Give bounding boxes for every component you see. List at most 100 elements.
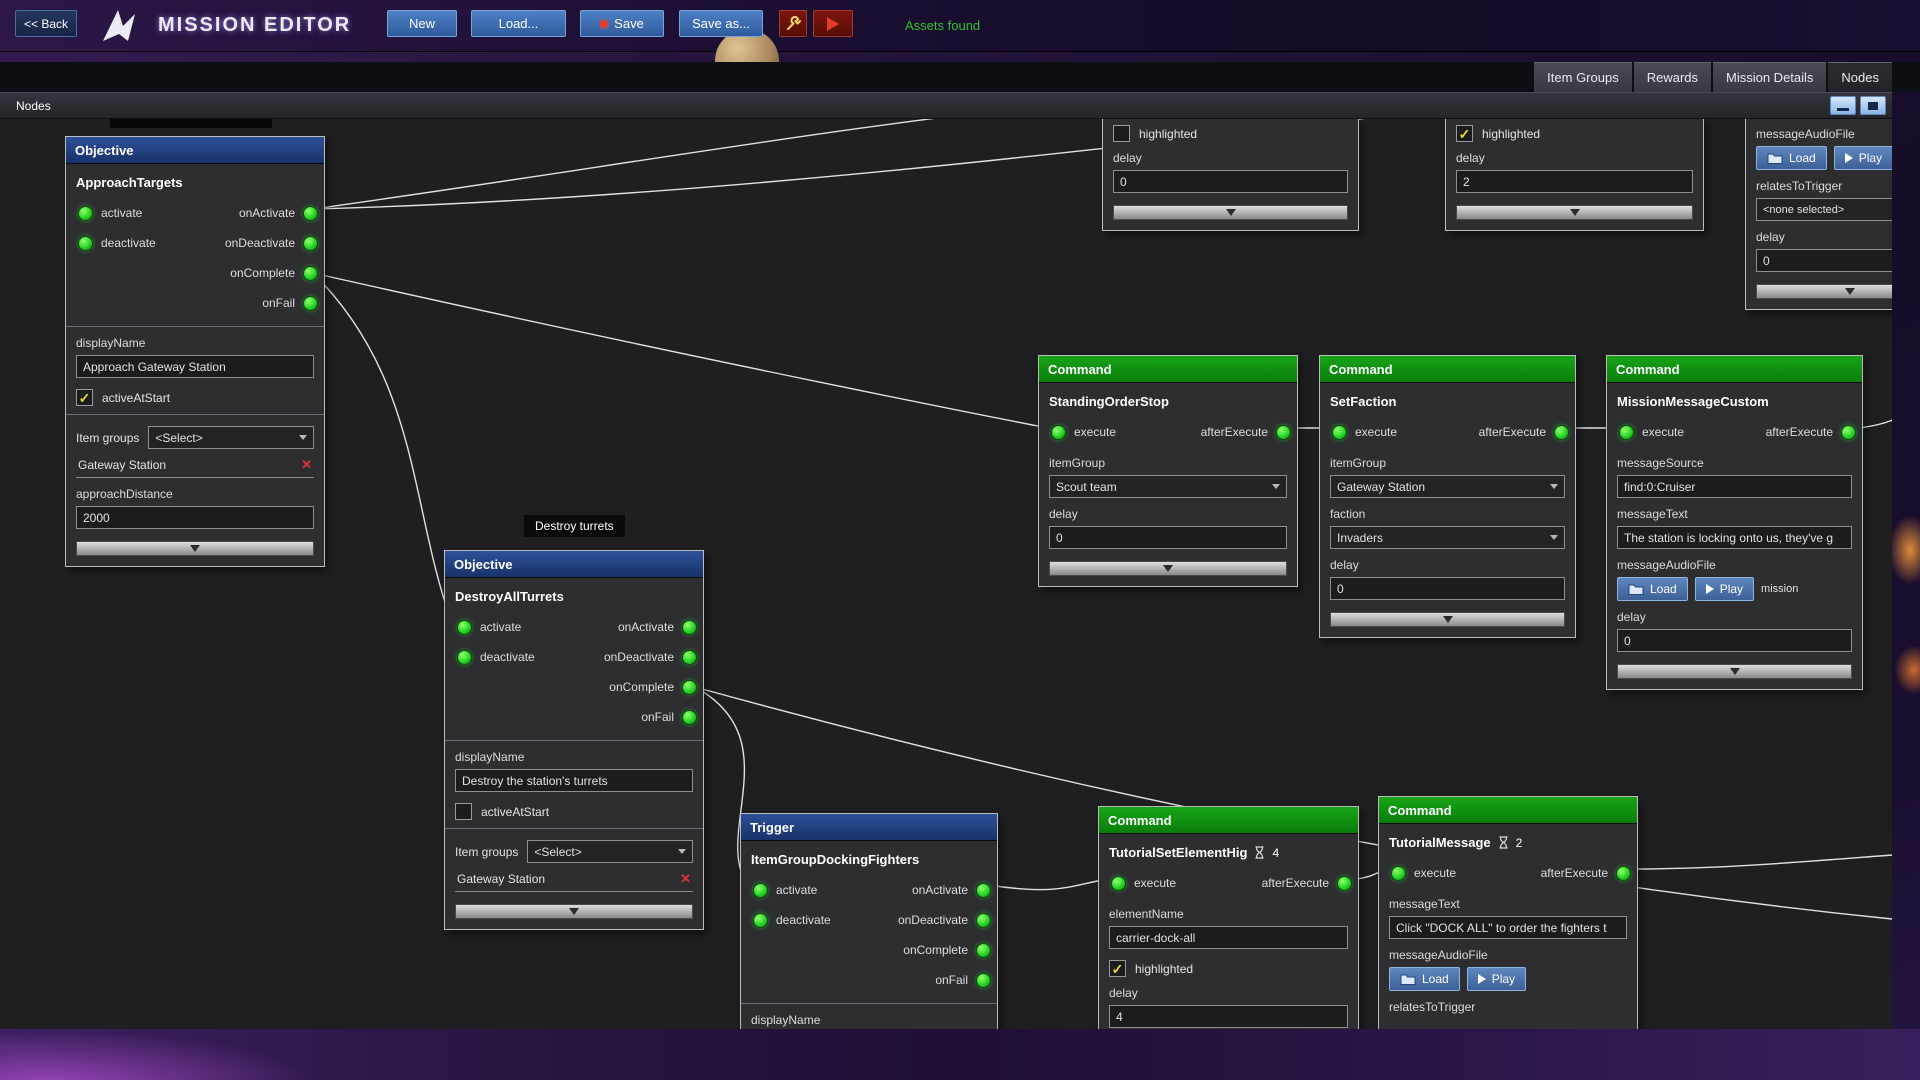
port-after-execute[interactable] <box>1337 875 1352 891</box>
node-command-set-faction[interactable]: Command SetFaction execute afterExecute … <box>1319 355 1576 638</box>
port-on-activate[interactable] <box>976 882 991 898</box>
relates-to-trigger-select[interactable]: <none selected> <box>1756 198 1892 221</box>
faction-select[interactable]: Invaders <box>1330 526 1565 549</box>
item-groups-select[interactable]: <Select> <box>527 840 693 863</box>
node-command-tutorial-message[interactable]: Command TutorialMessage 2 execute afterE… <box>1378 796 1638 1029</box>
value-slider[interactable] <box>1113 205 1348 220</box>
port-execute[interactable] <box>1051 424 1066 440</box>
port-on-activate[interactable] <box>682 619 697 635</box>
port-on-complete[interactable] <box>303 265 318 281</box>
port-on-fail[interactable] <box>976 972 991 988</box>
delay-input[interactable]: 0 <box>1113 170 1348 193</box>
port-after-execute[interactable] <box>1616 865 1631 881</box>
node-objective-approach-targets[interactable]: Objective ApproachTargets activate onAct… <box>65 136 325 567</box>
element-name-input[interactable]: carrier-dock-all <box>1109 926 1348 949</box>
port-on-complete[interactable] <box>682 679 697 695</box>
item-group-select[interactable]: Scout team <box>1049 475 1287 498</box>
message-text-input[interactable]: Click "DOCK ALL" to order the fighters t <box>1389 916 1627 939</box>
node-header[interactable]: Command <box>1379 797 1637 824</box>
highlighted-checkbox[interactable] <box>1113 125 1130 142</box>
port-after-execute[interactable] <box>1554 424 1569 440</box>
delay-input[interactable]: 0 <box>1049 526 1287 549</box>
save-button[interactable]: Save <box>580 10 664 37</box>
port-after-execute[interactable] <box>1276 424 1291 440</box>
node-objective-destroy-all-turrets[interactable]: Objective DestroyAllTurrets activate onA… <box>444 550 704 930</box>
highlighted-checkbox[interactable]: ✓ <box>1456 125 1473 142</box>
delay-input[interactable]: 4 <box>1109 1005 1348 1028</box>
node-command-mission-message-custom[interactable]: Command MissionMessageCustom execute aft… <box>1606 355 1863 690</box>
save-as-button[interactable]: Save as... <box>679 10 763 37</box>
port-on-deactivate[interactable] <box>976 912 991 928</box>
maximize-button[interactable] <box>1860 96 1886 115</box>
node-header[interactable]: Trigger <box>741 814 997 841</box>
port-deactivate[interactable] <box>457 649 472 665</box>
node-header[interactable]: Command <box>1039 356 1297 383</box>
highlighted-checkbox[interactable]: ✓ <box>1109 960 1126 977</box>
node-header[interactable]: Command <box>1099 807 1358 834</box>
delete-icon[interactable]: ✕ <box>301 457 312 473</box>
play-audio-button[interactable]: Play <box>1833 146 1892 170</box>
node-trigger-docking-fighters[interactable]: Trigger ItemGroupDockingFighters activat… <box>740 813 998 1029</box>
port-deactivate[interactable] <box>753 912 768 928</box>
load-audio-button[interactable]: Load <box>1617 577 1688 601</box>
tab-rewards[interactable]: Rewards <box>1633 62 1711 92</box>
run-button[interactable] <box>813 10 853 37</box>
value-slider[interactable] <box>76 541 314 556</box>
node-partial-top-b[interactable]: ✓ highlighted delay 2 <box>1445 119 1704 231</box>
load-audio-button[interactable]: Load <box>1756 146 1827 170</box>
message-text-input[interactable]: The station is locking onto us, they've … <box>1617 526 1852 549</box>
tools-button[interactable] <box>779 10 807 37</box>
new-button[interactable]: New <box>387 10 457 37</box>
active-at-start-checkbox[interactable]: ✓ <box>76 389 93 406</box>
port-on-fail[interactable] <box>303 295 318 311</box>
message-source-input[interactable]: find:0:Cruiser <box>1617 475 1852 498</box>
value-slider[interactable] <box>1049 561 1287 576</box>
tab-item-groups[interactable]: Item Groups <box>1534 62 1632 92</box>
back-button[interactable]: << Back <box>15 10 77 37</box>
node-command-tutorial-set-element[interactable]: Command TutorialSetElementHig 4 execute … <box>1098 806 1359 1029</box>
delay-input[interactable]: 0 <box>1330 577 1565 600</box>
delay-input[interactable]: 0 <box>1756 249 1892 272</box>
port-execute[interactable] <box>1332 424 1347 440</box>
node-header[interactable]: Objective <box>66 137 324 164</box>
port-activate[interactable] <box>457 619 472 635</box>
port-deactivate[interactable] <box>78 235 93 251</box>
value-slider[interactable] <box>1456 205 1693 220</box>
port-on-complete[interactable] <box>976 942 991 958</box>
load-audio-button[interactable]: Load <box>1389 967 1460 991</box>
tab-mission-details[interactable]: Mission Details <box>1713 62 1827 92</box>
delay-input[interactable]: 0 <box>1617 629 1852 652</box>
port-activate[interactable] <box>78 205 93 221</box>
load-button[interactable]: Load... <box>471 10 566 37</box>
node-partial-top-right[interactable]: messageAudioFile Load Play relatesToTrig… <box>1745 119 1892 310</box>
port-on-fail[interactable] <box>682 709 697 725</box>
port-execute[interactable] <box>1391 865 1406 881</box>
display-name-input[interactable]: Destroy the station's turrets <box>455 769 693 792</box>
item-groups-select[interactable]: <Select> <box>148 426 314 449</box>
display-name-input[interactable]: Approach Gateway Station <box>76 355 314 378</box>
port-execute[interactable] <box>1111 875 1126 891</box>
port-on-deactivate[interactable] <box>303 235 318 251</box>
node-header[interactable]: Objective <box>445 551 703 578</box>
port-on-activate[interactable] <box>303 205 318 221</box>
port-execute[interactable] <box>1619 424 1634 440</box>
port-on-deactivate[interactable] <box>682 649 697 665</box>
node-header[interactable]: Command <box>1607 356 1862 383</box>
port-activate[interactable] <box>753 882 768 898</box>
minimize-button[interactable] <box>1830 96 1856 115</box>
node-command-standing-order-stop[interactable]: Command StandingOrderStop execute afterE… <box>1038 355 1298 587</box>
delete-icon[interactable]: ✕ <box>680 871 691 887</box>
active-at-start-checkbox[interactable] <box>455 803 472 820</box>
node-header[interactable]: Command <box>1320 356 1575 383</box>
tab-nodes[interactable]: Nodes <box>1828 62 1892 92</box>
delay-input[interactable]: 2 <box>1456 170 1693 193</box>
node-partial-top-a[interactable]: highlighted delay 0 <box>1102 119 1359 231</box>
value-slider[interactable] <box>1756 284 1892 299</box>
item-group-select[interactable]: Gateway Station <box>1330 475 1565 498</box>
play-audio-button[interactable]: Play <box>1694 577 1755 601</box>
value-slider[interactable] <box>455 904 693 919</box>
play-audio-button[interactable]: Play <box>1466 967 1527 991</box>
node-canvas[interactable]: Destroy turrets Objective ApproachTarget… <box>0 119 1892 1029</box>
value-slider[interactable] <box>1617 664 1852 679</box>
approach-distance-input[interactable]: 2000 <box>76 506 314 529</box>
